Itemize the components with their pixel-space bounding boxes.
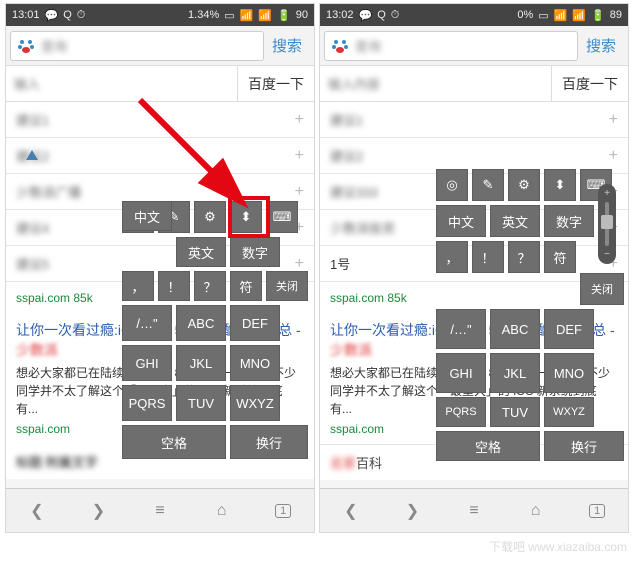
qq-icon: Q [63,9,72,21]
baidu-go-button[interactable]: 百度一下 [237,66,314,101]
list-item[interactable]: 少数派投资+ [320,210,628,246]
add-icon[interactable]: + [295,183,304,201]
search-button[interactable]: 搜索 [578,35,624,56]
status-bar: 13:01 💬 Q ⏱ 1.34% ▭ 📶 📶 🔋 90 [6,4,314,26]
watermark: 下载吧 www.xiazaiba.com [489,538,627,555]
battery-icon: 🔋 [277,9,291,22]
list-item[interactable]: 建议2+ [6,138,314,174]
add-icon[interactable]: + [609,147,618,165]
search-bar: 查询 搜索 [320,26,628,66]
result-source: sspai.com 85k [16,291,93,305]
status-bar: 13:02 💬 Q ⏱ 0% ▭ 📶 📶 🔋 89 [320,4,628,26]
wifi-icon: 📶 [554,9,568,22]
search-bar: 查询 搜索 [6,26,314,66]
menu-button[interactable]: ≡ [129,489,191,532]
slider-thumb[interactable] [601,215,613,229]
battery-icon: 🔋 [591,9,605,22]
list-item[interactable]: 建议5+ [6,246,314,282]
result-title: 让你一次看过瘾:iOS 8 的 51 个炫酷功能汇总 - 少数派 [330,321,618,360]
add-icon[interactable]: + [295,111,304,129]
clock-icon: ⏱ [391,9,400,22]
list-item[interactable]: 建议2+ [320,138,628,174]
list-item[interactable]: 建议333+ [320,174,628,210]
status-battery: 90 [296,9,308,21]
add-icon[interactable]: + [295,219,304,237]
search-button[interactable]: 搜索 [264,35,310,56]
tabs-button[interactable]: 1 [566,489,628,532]
add-icon[interactable]: + [295,255,304,273]
status-time: 13:02 [326,9,354,21]
search-result[interactable]: 标题 附属文字 [6,444,314,479]
browser-footer: ❮ ❯ ≡ ⌂ 1 [320,488,628,532]
search-input[interactable]: 查询 [324,31,578,61]
phone-right: 13:02 💬 Q ⏱ 0% ▭ 📶 📶 🔋 89 查询 搜索 输入内容 百度一下 建议1+ 建… [319,3,629,533]
vibrate-icon: ▭ [538,9,548,22]
home-button[interactable]: ⌂ [505,489,567,532]
status-battery: 89 [610,9,622,21]
top-query-text: 输入 [6,74,237,93]
search-text: 查询 [350,36,572,55]
status-pct: 0% [517,9,533,21]
baidu-paw-icon [330,36,350,56]
result-source: sspai.com [330,422,618,436]
search-result[interactable]: 让你一次看过瘾:iOS 8 的 51 个炫酷功能汇总 - 少数派 想必大家都已在… [320,313,628,444]
back-button[interactable]: ❮ [6,489,68,532]
plus-icon: + [604,188,610,199]
top-query-row: 输入 百度一下 [6,66,314,102]
menu-button[interactable]: ≡ [443,489,505,532]
baidu-go-button[interactable]: 百度一下 [551,66,628,101]
chat-icon: 💬 [45,9,59,22]
list-item[interactable]: 建议1+ [320,102,628,138]
search-result[interactable]: 让你一次看过瘾:iOS 8 的 51 个炫酷功能汇总 - 少数派 想必大家都已在… [6,313,314,444]
home-button[interactable]: ⌂ [191,489,253,532]
list-item[interactable]: 建议1+ [6,102,314,138]
add-icon[interactable]: + [609,111,618,129]
minus-icon: − [604,249,610,260]
kbd-height-slider[interactable]: + − [598,184,616,264]
qq-icon: Q [377,9,386,21]
status-pct: 1.34% [188,9,219,21]
baidu-paw-icon [16,36,36,56]
tabs-button[interactable]: 1 [252,489,314,532]
add-icon[interactable]: + [295,147,304,165]
forward-button[interactable]: ❯ [68,489,130,532]
forward-button[interactable]: ❯ [382,489,444,532]
list-item[interactable]: 1号+ [320,246,628,282]
vibrate-icon: ▭ [224,9,234,22]
top-query-row: 输入内容 百度一下 [320,66,628,102]
result-snippet: 想必大家都已在陆续升级 iOS 8 了,但是一定还有不少同学并不太了解这个「最重… [16,364,304,418]
search-text: 查询 [36,36,258,55]
result-snippet: 想必大家都已在陆续升级 iOS 8 了,但是一定还有不少同学并不太了解这个「最重… [330,364,618,418]
result-title: 让你一次看过瘾:iOS 8 的 51 个炫酷功能汇总 - 少数派 [16,321,304,360]
chat-icon: 💬 [359,9,373,22]
top-query-text: 输入内容 [320,74,551,93]
suggestion-list: 建议1+ 建议2+ 少数派广播+ 建议4+ 建议5+ sspai.com 85k… [6,102,314,479]
browser-footer: ❮ ❯ ≡ ⌂ 1 [6,488,314,532]
result-source: sspai.com 85k [330,291,407,305]
wifi-icon: 📶 [240,9,254,22]
encyc-result[interactable]: 名家百科 [320,444,628,480]
status-time: 13:01 [12,9,40,21]
search-input[interactable]: 查询 [10,31,264,61]
signal-icon: 📶 [572,9,586,22]
clock-icon: ⏱ [77,9,86,22]
result-source: sspai.com [16,422,304,436]
back-button[interactable]: ❮ [320,489,382,532]
phone-left: 13:01 💬 Q ⏱ 1.34% ▭ 📶 📶 🔋 90 查询 搜索 输入 百度一下 建议1+ … [5,3,315,533]
suggestion-list: 建议1+ 建议2+ 建议333+ 少数派投资+ 1号+ sspai.com 85… [320,102,628,480]
annotation-highlight [228,196,270,238]
signal-icon: 📶 [258,9,272,22]
